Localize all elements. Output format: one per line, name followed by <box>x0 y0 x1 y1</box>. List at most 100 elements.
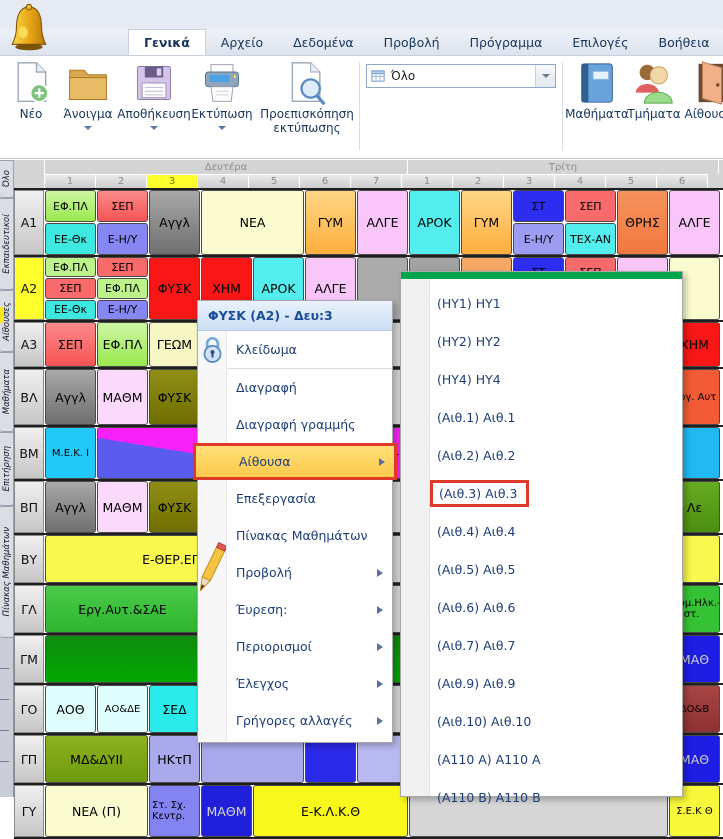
class-row-label-ΓΜ[interactable]: ΓΜ <box>14 635 44 683</box>
timetable-cell[interactable]: Στ. Σχ. Κεντρ. <box>149 785 200 837</box>
timetable-cell[interactable]: ΣΕΔ <box>149 685 200 733</box>
class-row-label-Α1[interactable]: Α1 <box>14 190 44 255</box>
context-menu-item-Αίθουσα[interactable]: Αίθουσα <box>193 443 397 480</box>
timetable-cell[interactable]: ΓΕΩΜ <box>149 322 200 367</box>
room-submenu-item--Αιθ-7-Αιθ-7[interactable]: (Αιθ.7) Αιθ.7 <box>401 626 682 664</box>
class-row-label-ΓΟ[interactable]: ΓΟ <box>14 685 44 733</box>
ribbon-tab-Βοήθεια[interactable]: Βοήθεια <box>644 29 723 55</box>
timetable-cell-part[interactable]: ΣΕΠ <box>565 190 616 222</box>
period-header-Τρίτη-2[interactable]: 2 <box>453 174 504 188</box>
toolbar-button-Αίθουσες[interactable]: Αίθουσες <box>682 60 723 122</box>
timetable-cell[interactable]: Αγγλ <box>45 481 96 533</box>
ribbon-tab-Γενικά[interactable]: Γενικά <box>128 29 206 55</box>
timetable-cell[interactable]: ΗΚτΠ <box>149 735 200 783</box>
context-menu-item-Έυρεση-[interactable]: Έυρεση: <box>198 591 392 628</box>
timetable-cell[interactable]: Ε-Κ.Λ.Κ.Θ <box>253 785 408 837</box>
period-header-Δευτέρα-1[interactable]: 1 <box>45 174 96 188</box>
period-header-Δευτέρα-3[interactable]: 3 <box>147 174 198 188</box>
room-submenu-item--Α110-Β-Α110-Β[interactable]: (Α110 Β) Α110 Β <box>401 778 682 816</box>
context-menu-item-Διαγραφή[interactable]: Διαγραφή <box>198 369 392 406</box>
ribbon-tab-Επιλογές[interactable]: Επιλογές <box>557 29 643 55</box>
timetable-cell[interactable]: Αγγλ <box>45 369 96 425</box>
timetable-cell[interactable]: ΘΡΗΣ <box>617 190 668 255</box>
timetable-cell[interactable]: ΜΑΘΜ <box>97 481 148 533</box>
context-menu-item-Γρήγορες-αλλαγές[interactable]: Γρήγορες αλλαγές <box>198 702 392 739</box>
toolbar-button-Μαθήματα[interactable]: Μαθήματα <box>568 60 626 122</box>
class-row-label-ΓΛ[interactable]: ΓΛ <box>14 585 44 633</box>
timetable-cell[interactable]: ΑΟΘ <box>45 685 96 733</box>
timetable-cell-part[interactable]: Ε-Η/Υ <box>513 223 564 255</box>
room-submenu-item--HY2-HY2[interactable]: (HY2) HY2 <box>401 322 682 360</box>
side-tab-Πίνακας-Μαθημάτων[interactable]: Πίνακας Μαθημάτων <box>0 506 14 638</box>
timetable-cell[interactable]: ΓΥΜ <box>461 190 512 255</box>
context-menu-item-Έλεγχος[interactable]: Έλεγχος <box>198 665 392 702</box>
toolbar-button-Προεπισκόπηση[interactable]: Προεπισκόπηση εκτύπωσης <box>256 60 358 136</box>
side-tab-Εκπαιδευτικοί[interactable]: Εκπαιδευτικοί <box>0 198 14 290</box>
timetable-cell[interactable]: ΕΦ.ΠΛ <box>97 322 148 367</box>
dropdown-caret-icon[interactable] <box>150 126 158 130</box>
class-row-label-ΓΥ[interactable]: ΓΥ <box>14 785 44 837</box>
timetable-cell[interactable]: ΝΕΑ <box>201 190 304 255</box>
class-row-label-Α2[interactable]: Α2 <box>14 257 44 320</box>
dropdown-caret-icon[interactable] <box>84 126 92 130</box>
period-header-Δευτέρα-5[interactable]: 5 <box>249 174 300 188</box>
timetable-cell-part[interactable]: ΤΕΧ-ΑΝ <box>565 223 616 255</box>
timetable-cell[interactable]: ΦΥΣΚ <box>149 257 200 320</box>
period-header-Τρίτη-6[interactable]: 6 <box>657 174 708 188</box>
side-tab-Επιτήρηση[interactable]: Επιτήρηση <box>0 432 14 506</box>
timetable-cell-part[interactable]: Ε-Η/Υ <box>97 223 148 255</box>
timetable-cell-part[interactable]: ΣΕΠ <box>97 257 148 277</box>
side-tab-Όλο[interactable]: Όλο <box>0 160 14 198</box>
timetable-cell[interactable]: ΦΥΣΚ <box>149 481 200 533</box>
room-submenu-item--Αιθ-2-Αιθ-2[interactable]: (Αιθ.2) Αιθ.2 <box>401 436 682 474</box>
timetable-cell[interactable]: ΑΡΟΚ <box>409 190 460 255</box>
context-menu-item-Πίνακας-Μαθημάτων[interactable]: Πίνακας Μαθημάτων <box>198 517 392 554</box>
class-row-label-ΒΥ[interactable]: ΒΥ <box>14 535 44 583</box>
timetable-cell-part[interactable]: ΕΦ.ΠΛ <box>45 257 96 277</box>
timetable-cell[interactable]: ΕΦ.ΠΛΕΕ-Θκ <box>45 190 96 255</box>
room-submenu-item--Αιθ-5-Αιθ-5[interactable]: (Αιθ.5) Αιθ.5 <box>401 550 682 588</box>
timetable-cell[interactable]: ΜΔ&ΔΥΙΙ <box>45 735 148 783</box>
timetable-cell[interactable]: ΣΕΠΤΕΧ-ΑΝ <box>565 190 616 255</box>
room-submenu-item--Αιθ-1-Αιθ-1[interactable]: (Αιθ.1) Αιθ.1 <box>401 398 682 436</box>
timetable-cell[interactable]: ΑΛΓΕ <box>669 190 720 255</box>
context-menu-item-Διαγραφή-γραμμής[interactable]: Διαγραφή γραμμής <box>198 406 392 443</box>
ribbon-tab-Δεδομένα[interactable]: Δεδομένα <box>278 29 369 55</box>
toolbar-button-Νέο[interactable]: Νέο <box>6 60 56 122</box>
timetable-cell-part[interactable]: ΕΦ.ΠΛ <box>45 190 96 222</box>
period-header-Δευτέρα-2[interactable]: 2 <box>96 174 147 188</box>
timetable-cell-part[interactable]: Ε-Η/Υ <box>97 300 148 320</box>
room-submenu-item--Αιθ-9-Αιθ-9[interactable]: (Αιθ.9) Αιθ.9 <box>401 664 682 702</box>
period-header-Τρίτη-1[interactable]: 1 <box>402 174 453 188</box>
context-menu-item-Επεξεργασία[interactable]: Επεξεργασία <box>198 480 392 517</box>
room-submenu-item--Α110-Α-Α110-Α[interactable]: (Α110 Α) Α110 Α <box>401 740 682 778</box>
context-menu-item-Προβολή[interactable]: Προβολή <box>198 554 392 591</box>
timetable-cell[interactable]: ΣΕΠΕ-Η/Υ <box>97 190 148 255</box>
class-row-label-ΓΠ[interactable]: ΓΠ <box>14 735 44 783</box>
timetable-cell[interactable]: ΑΛΓΕ <box>357 190 408 255</box>
toolbar-button-Άνοιγμα[interactable]: Άνοιγμα <box>58 60 118 130</box>
timetable-cell[interactable]: ΕΦ.ΠΛΣΕΠΕΕ-Θκ <box>45 257 96 320</box>
timetable-cell-part[interactable]: ΣΕΠ <box>45 278 96 298</box>
room-submenu-item--Αιθ-3-Αιθ-3[interactable]: (Αιθ.3) Αιθ.3 <box>401 474 682 512</box>
period-header-Τρίτη-4[interactable]: 4 <box>555 174 606 188</box>
timetable-cell[interactable]: Αγγλ <box>149 190 200 255</box>
combobox-dropdown-button[interactable] <box>535 65 555 87</box>
timetable-cell-part[interactable]: ΣΕΠ <box>97 190 148 222</box>
toolbar-button-Τμήματα[interactable]: Τμήματα <box>628 60 680 122</box>
period-header-Δευτέρα-6[interactable]: 6 <box>300 174 351 188</box>
timetable-cell[interactable]: ΜΑΘΜ <box>201 785 252 837</box>
class-row-label-ΒΠ[interactable]: ΒΠ <box>14 481 44 533</box>
class-row-label-ΒΛ[interactable]: ΒΛ <box>14 369 44 425</box>
timetable-cell[interactable]: ΑΟ&ΔΕ <box>97 685 148 733</box>
timetable-cell[interactable]: ΣΕΠ <box>45 322 96 367</box>
toolbar-button-Εκτύπωση[interactable]: Εκτύπωση <box>190 60 254 130</box>
timetable-cell-part[interactable]: ΣΤ <box>513 190 564 222</box>
timetable-cell[interactable]: Μ.Ε.Κ. Ι <box>45 427 96 479</box>
timetable-cell-part[interactable]: ΕΕ-Θκ <box>45 223 96 255</box>
timetable-cell-part[interactable]: ΕΦ.ΠΛ <box>97 278 148 298</box>
period-header-Τρίτη-5[interactable]: 5 <box>606 174 657 188</box>
class-row-label-ΒΜ[interactable]: ΒΜ <box>14 427 44 479</box>
room-submenu-item--HY1-HY1[interactable]: (HY1) HY1 <box>401 284 682 322</box>
timetable-cell[interactable]: ΣΕΠΕΦ.ΠΛΕ-Η/Υ <box>97 257 148 320</box>
